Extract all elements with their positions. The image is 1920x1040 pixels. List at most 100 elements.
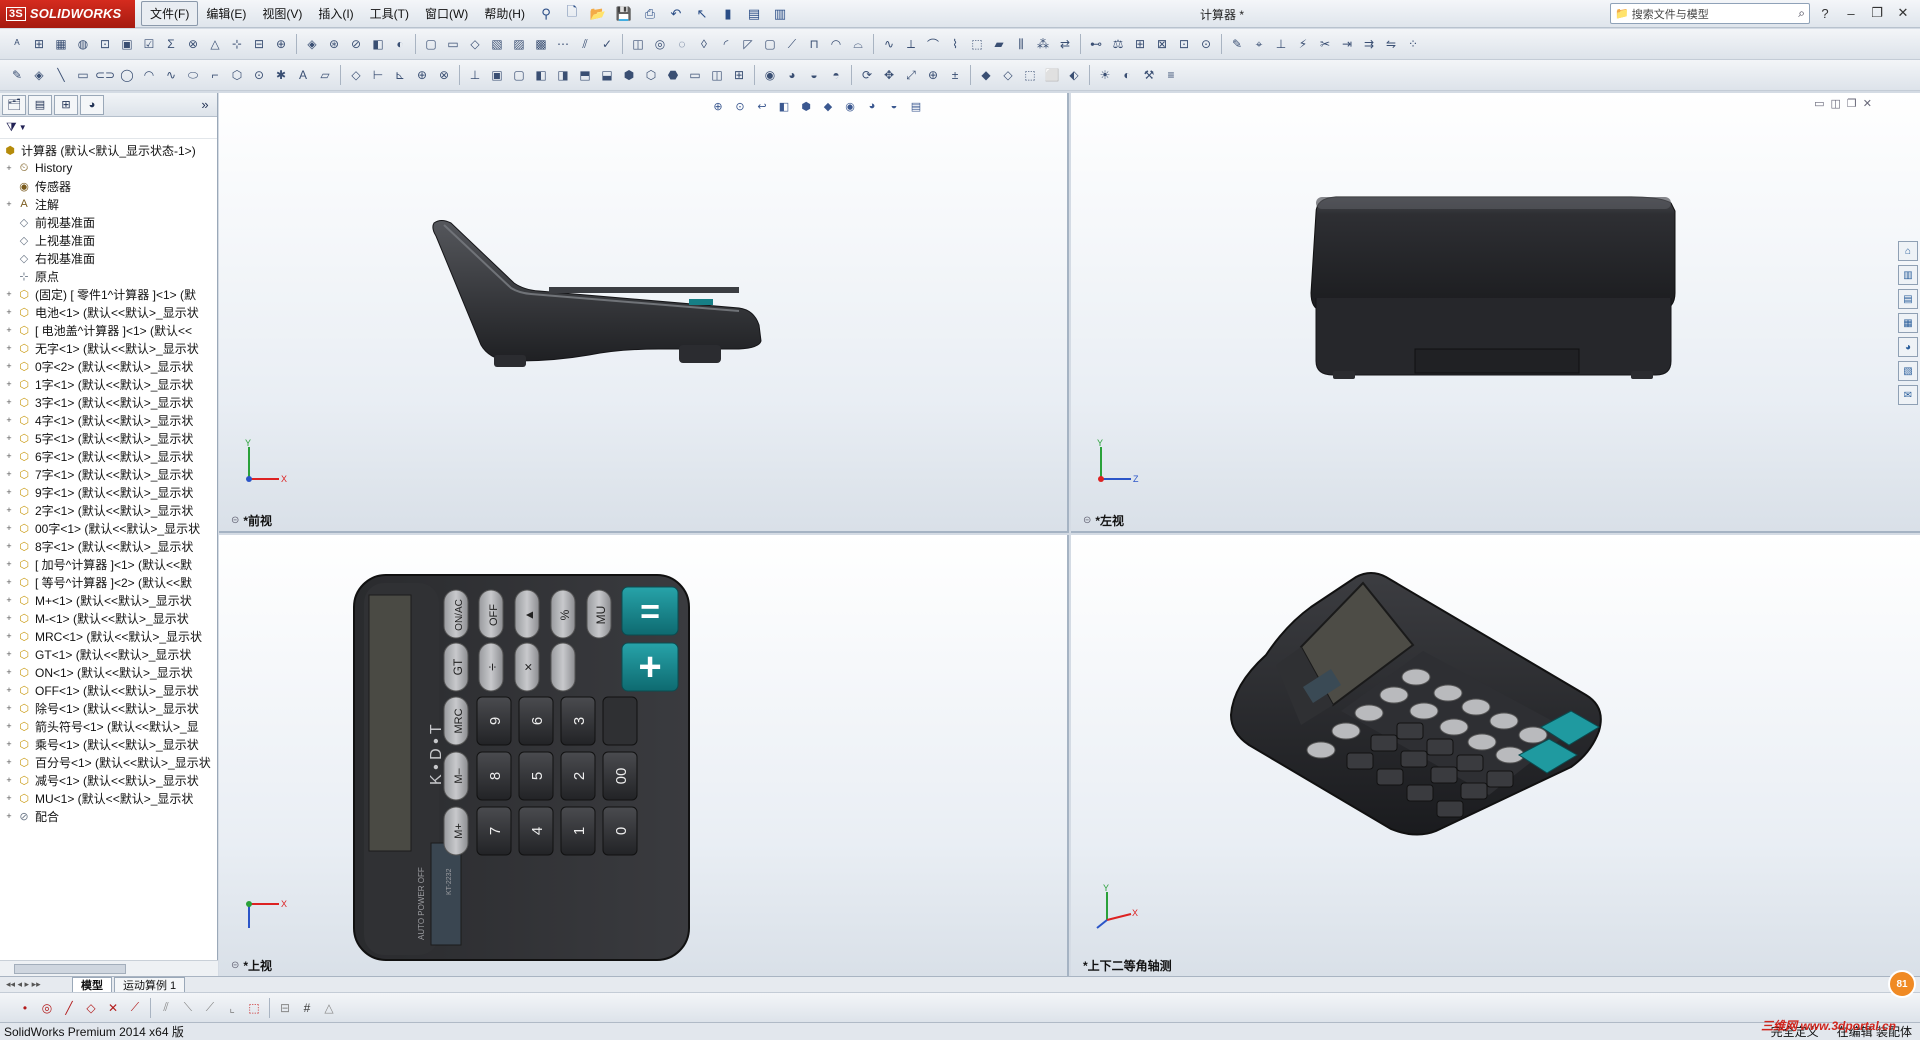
arc-icon[interactable]: ◠ xyxy=(139,64,159,86)
menu-file[interactable]: 文件(F) xyxy=(141,1,199,26)
center-mark-icon[interactable]: ⊕ xyxy=(271,33,291,55)
config-manager-tab-icon[interactable]: ⊞ xyxy=(54,94,78,115)
polygon-icon[interactable]: ⬡ xyxy=(227,64,247,86)
tree-node[interactable]: + ⬡ (固定) [ 零件1^计算器 ]<1> (默 xyxy=(0,285,217,303)
tab-motion-study-1[interactable]: 运动算例 1 xyxy=(114,977,186,992)
viewport-top[interactable]: K • D • T KT-2232 AUTO POWER OFF = + ON/… xyxy=(219,535,1069,976)
helix-icon[interactable]: ⌇ xyxy=(945,33,965,55)
mate-reference-icon[interactable]: ⊗ xyxy=(434,64,454,86)
tree-node[interactable]: + ⊘ 配合 xyxy=(0,807,217,825)
hole-alignment-icon[interactable]: ⊙ xyxy=(1196,33,1216,55)
isometric-icon[interactable]: ⬢ xyxy=(619,64,639,86)
sketch-polygon-icon[interactable]: ◇ xyxy=(81,997,101,1019)
zoom-area-icon[interactable]: ⊕ xyxy=(923,64,943,86)
normal-to-icon[interactable]: ⊥ xyxy=(465,64,485,86)
search-icon[interactable]: ⌕ xyxy=(1798,6,1805,21)
photoview-icon[interactable]: ◐ xyxy=(1117,64,1137,86)
sketch-hatch-icon[interactable]: ⫽ xyxy=(156,997,176,1019)
sketch-grid-icon[interactable]: # xyxy=(297,997,317,1019)
tree-node[interactable]: ◉ 传感器 xyxy=(0,177,217,195)
tree-node[interactable]: + ⬡ 00字<1> (默认<<默认>_显示状 xyxy=(0,519,217,537)
expand-toggle-icon[interactable]: + xyxy=(4,415,14,425)
options-icon[interactable]: ▥ xyxy=(769,4,791,24)
ellipse-icon[interactable]: ⬭ xyxy=(183,64,203,86)
mass-properties-icon[interactable]: ⚖ xyxy=(1108,33,1128,55)
appearances-icon[interactable]: ◕ xyxy=(1898,337,1918,357)
expand-toggle-icon[interactable]: + xyxy=(4,469,14,479)
file-explorer-icon[interactable]: ▤ xyxy=(1898,289,1918,309)
tree-node[interactable]: + ⬡ 百分号<1> (默认<<默认>_显示状 xyxy=(0,753,217,771)
projected-curve-icon[interactable]: ⌒ xyxy=(923,33,943,55)
measure-icon[interactable]: ⊷ xyxy=(1086,33,1106,55)
dome-icon[interactable]: ⌓ xyxy=(848,33,868,55)
sketch-point-icon[interactable]: • xyxy=(15,997,35,1019)
layers-icon[interactable]: ≡ xyxy=(1161,64,1181,86)
linear-pattern-icon[interactable]: ⊘ xyxy=(346,33,366,55)
close-icon[interactable]: ✕ xyxy=(1892,3,1914,23)
smart-fasteners-icon[interactable]: ◧ xyxy=(368,33,388,55)
four-view-icon[interactable]: ⊞ xyxy=(729,64,749,86)
tree-node[interactable]: + ⬡ MRC<1> (默认<<默认>_显示状 xyxy=(0,627,217,645)
instant3d-icon[interactable]: ⫽ xyxy=(575,33,595,55)
reference-plane-icon[interactable]: ◇ xyxy=(346,64,366,86)
sketch-offset-icon[interactable]: ⟍ xyxy=(178,997,198,1019)
edit-appearance-icon[interactable]: ◕ xyxy=(782,64,802,86)
tree-node[interactable]: + ⬡ 0字<2> (默认<<默认>_显示状 xyxy=(0,357,217,375)
dimetric-icon[interactable]: ⬣ xyxy=(663,64,683,86)
perspective-icon[interactable]: ⬖ xyxy=(1064,64,1084,86)
two-view-icon[interactable]: ◫ xyxy=(707,64,727,86)
rebuild-icon[interactable]: ▮ xyxy=(717,4,739,24)
forum-icon[interactable]: ✉ xyxy=(1898,385,1918,405)
expand-toggle-icon[interactable]: + xyxy=(4,505,14,515)
notification-badge[interactable]: 81 xyxy=(1888,970,1916,998)
sketch-box-icon[interactable]: ⬚ xyxy=(244,997,264,1019)
expand-toggle-icon[interactable]: + xyxy=(4,577,14,587)
expand-toggle-icon[interactable]: + xyxy=(4,613,14,623)
tree-node[interactable]: + ⬡ GT<1> (默认<<默认>_显示状 xyxy=(0,645,217,663)
hidden-lines-icon[interactable]: ⬚ xyxy=(1020,64,1040,86)
sweep-icon[interactable]: ◌ xyxy=(672,33,692,55)
tree-node[interactable]: + ⬡ MU<1> (默认<<默认>_显示状 xyxy=(0,789,217,807)
extrude-icon[interactable]: ◫ xyxy=(628,33,648,55)
view-top-icon[interactable]: ⬒ xyxy=(575,64,595,86)
interference-icon[interactable]: ⊠ xyxy=(1152,33,1172,55)
move-copy-icon[interactable]: ⇄ xyxy=(1055,33,1075,55)
shaded-icon[interactable]: ◇ xyxy=(998,64,1018,86)
expand-toggle-icon[interactable]: + xyxy=(4,739,14,749)
panel-more-chevron-icon[interactable]: » xyxy=(193,95,217,115)
menu-help[interactable]: 帮助(H) xyxy=(476,2,533,25)
format-painter-icon[interactable]: ⊞ xyxy=(29,33,49,55)
tree-node[interactable]: + ⬡ 4字<1> (默认<<默认>_显示状 xyxy=(0,411,217,429)
spell-check-icon[interactable]: ᴬ xyxy=(7,33,27,55)
link-views-icon[interactable]: ⊝ xyxy=(1083,515,1091,526)
expand-toggle-icon[interactable]: + xyxy=(4,361,14,371)
tree-node[interactable]: + ⬡ 9字<1> (默认<<默认>_显示状 xyxy=(0,483,217,501)
tree-node[interactable]: + ⬡ 电池<1> (默认<<默认>_显示状 xyxy=(0,303,217,321)
mirror-icon[interactable]: ⫼ xyxy=(1011,33,1031,55)
tree-node[interactable]: + ⬡ 除号<1> (默认<<默认>_显示状 xyxy=(0,699,217,717)
solidworks-resources-icon[interactable]: ⌂ xyxy=(1898,241,1918,261)
check-icon[interactable]: ✓ xyxy=(597,33,617,55)
thicken-icon[interactable]: ▰ xyxy=(989,33,1009,55)
tree-node[interactable]: + ⬡ 2字<1> (默认<<默认>_显示状 xyxy=(0,501,217,519)
expand-toggle-icon[interactable]: + xyxy=(4,559,14,569)
tree-node[interactable]: + ⬡ ON<1> (默认<<默认>_显示状 xyxy=(0,663,217,681)
open-file-icon[interactable]: 📂 xyxy=(587,4,609,24)
view-right-icon[interactable]: ◨ xyxy=(553,64,573,86)
datum-feature-icon[interactable]: △ xyxy=(205,33,225,55)
tree-node[interactable]: + ⬡ [ 电池盖^计算器 ]<1> (默认<< xyxy=(0,321,217,339)
menu-view[interactable]: 视图(V) xyxy=(254,2,310,25)
tree-node[interactable]: + ⬡ M-<1> (默认<<默认>_显示状 xyxy=(0,609,217,627)
menu-insert[interactable]: 插入(I) xyxy=(310,2,361,25)
expand-toggle-icon[interactable]: + xyxy=(4,721,14,731)
tree-node[interactable]: + ⬡ 箭头符号<1> (默认<<默认>_显 xyxy=(0,717,217,735)
sum-icon[interactable]: Σ xyxy=(161,33,181,55)
rib-icon[interactable]: ⊓ xyxy=(804,33,824,55)
note-icon[interactable]: ▦ xyxy=(51,33,71,55)
mate-icon[interactable]: ⊛ xyxy=(324,33,344,55)
show-hidden-icon[interactable]: ▢ xyxy=(421,33,441,55)
explode-line-icon[interactable]: ⋯ xyxy=(553,33,573,55)
expand-toggle-icon[interactable]: + xyxy=(4,451,14,461)
new-file-icon[interactable]: 🗋 xyxy=(561,4,583,24)
expand-toggle-icon[interactable]: + xyxy=(4,379,14,389)
